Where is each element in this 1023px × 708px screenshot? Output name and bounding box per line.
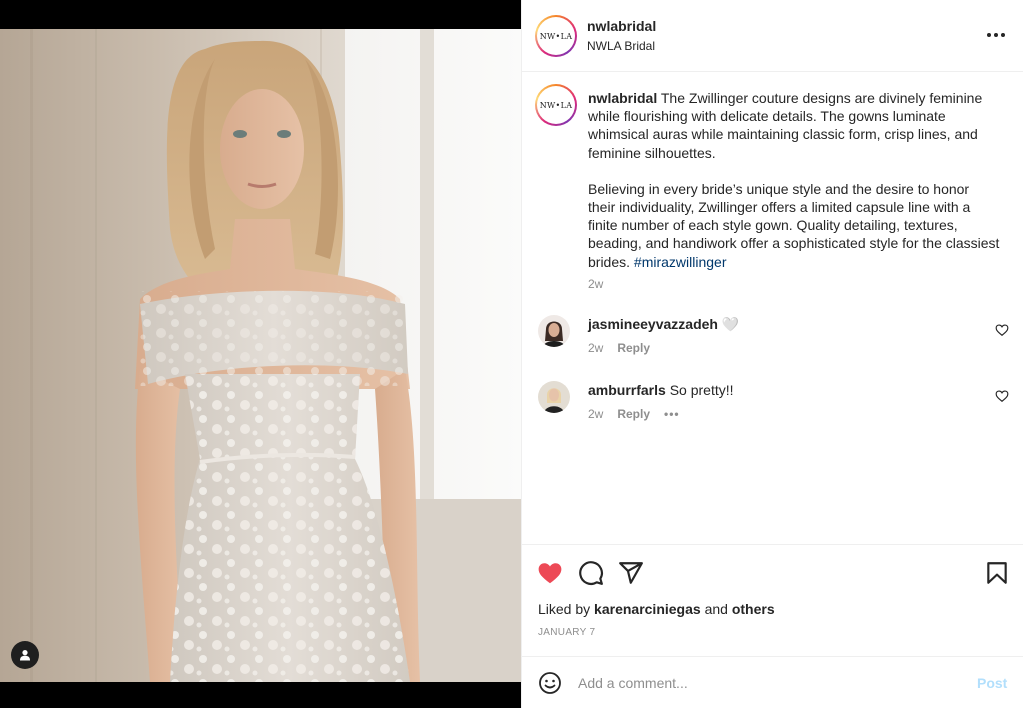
heart-filled-icon[interactable] — [537, 560, 563, 586]
comment-timestamp[interactable]: 2w — [588, 341, 603, 355]
caption-author-avatar[interactable]: NW•LA — [535, 84, 577, 126]
post-caption: nwlabridal The Zwillinger couture design… — [588, 89, 1000, 271]
paper-plane-icon[interactable] — [618, 560, 644, 586]
liker-username[interactable]: karenarciniegas — [594, 601, 701, 617]
person-icon — [20, 650, 30, 661]
comment-like-icon[interactable] — [995, 323, 1009, 337]
post-date[interactable]: JANUARY 7 — [538, 627, 595, 638]
comment-timestamp[interactable]: 2w — [588, 407, 603, 421]
smiley-icon[interactable] — [538, 671, 562, 695]
comment-input[interactable] — [578, 672, 958, 694]
commenter-avatar[interactable] — [538, 381, 570, 413]
reply-button[interactable]: Reply — [617, 407, 650, 421]
likers-others-link[interactable]: others — [732, 601, 775, 617]
caption-username[interactable]: nwlabridal — [588, 90, 657, 106]
instagram-post-modal: NW•LA nwlabridal NWLA Bridal NW•LA nwlab… — [0, 0, 1023, 708]
caption-timestamp[interactable]: 2w — [588, 277, 603, 291]
comment-username[interactable]: amburrfarls — [588, 382, 666, 398]
author-avatar[interactable]: NW•LA — [535, 15, 577, 57]
post-header: NW•LA nwlabridal NWLA Bridal — [522, 0, 1023, 72]
more-dots-icon — [987, 33, 991, 37]
likes-summary: Liked by karenarciniegas and others — [538, 601, 775, 617]
more-options-button[interactable] — [985, 24, 1007, 46]
comment-text: 🤍 — [721, 316, 740, 332]
post-details-panel: NW•LA nwlabridal NWLA Bridal NW•LA nwlab… — [521, 0, 1023, 708]
add-comment-bar: Post — [522, 656, 1023, 708]
reply-button[interactable]: Reply — [617, 341, 650, 355]
post-photo[interactable] — [0, 29, 521, 682]
comment-item: jasmineeyvazzadeh 🤍 2w Reply — [538, 315, 1009, 365]
comment-like-icon[interactable] — [995, 389, 1009, 403]
comment-bubble-icon[interactable] — [578, 560, 604, 586]
comment-username[interactable]: jasmineeyvazzadeh — [588, 316, 718, 332]
hashtag-link[interactable]: #mirazwillinger — [634, 254, 727, 270]
author-display-name: NWLA Bridal — [587, 39, 656, 53]
bookmark-icon[interactable] — [984, 560, 1010, 586]
avatar-logo-text: NW•LA — [537, 17, 575, 55]
comment-text: So pretty!! — [669, 382, 734, 398]
user-tag-button[interactable] — [11, 641, 39, 669]
post-media — [0, 0, 521, 708]
comment-item: amburrfarls So pretty!! 2w Reply ••• — [538, 381, 1009, 431]
comment-more-options[interactable]: ••• — [664, 407, 680, 421]
author-username[interactable]: nwlabridal — [587, 18, 656, 34]
post-actions-section: Liked by karenarciniegas and others JANU… — [522, 544, 1023, 656]
commenter-avatar[interactable] — [538, 315, 570, 347]
post-comment-button[interactable]: Post — [977, 675, 1007, 691]
